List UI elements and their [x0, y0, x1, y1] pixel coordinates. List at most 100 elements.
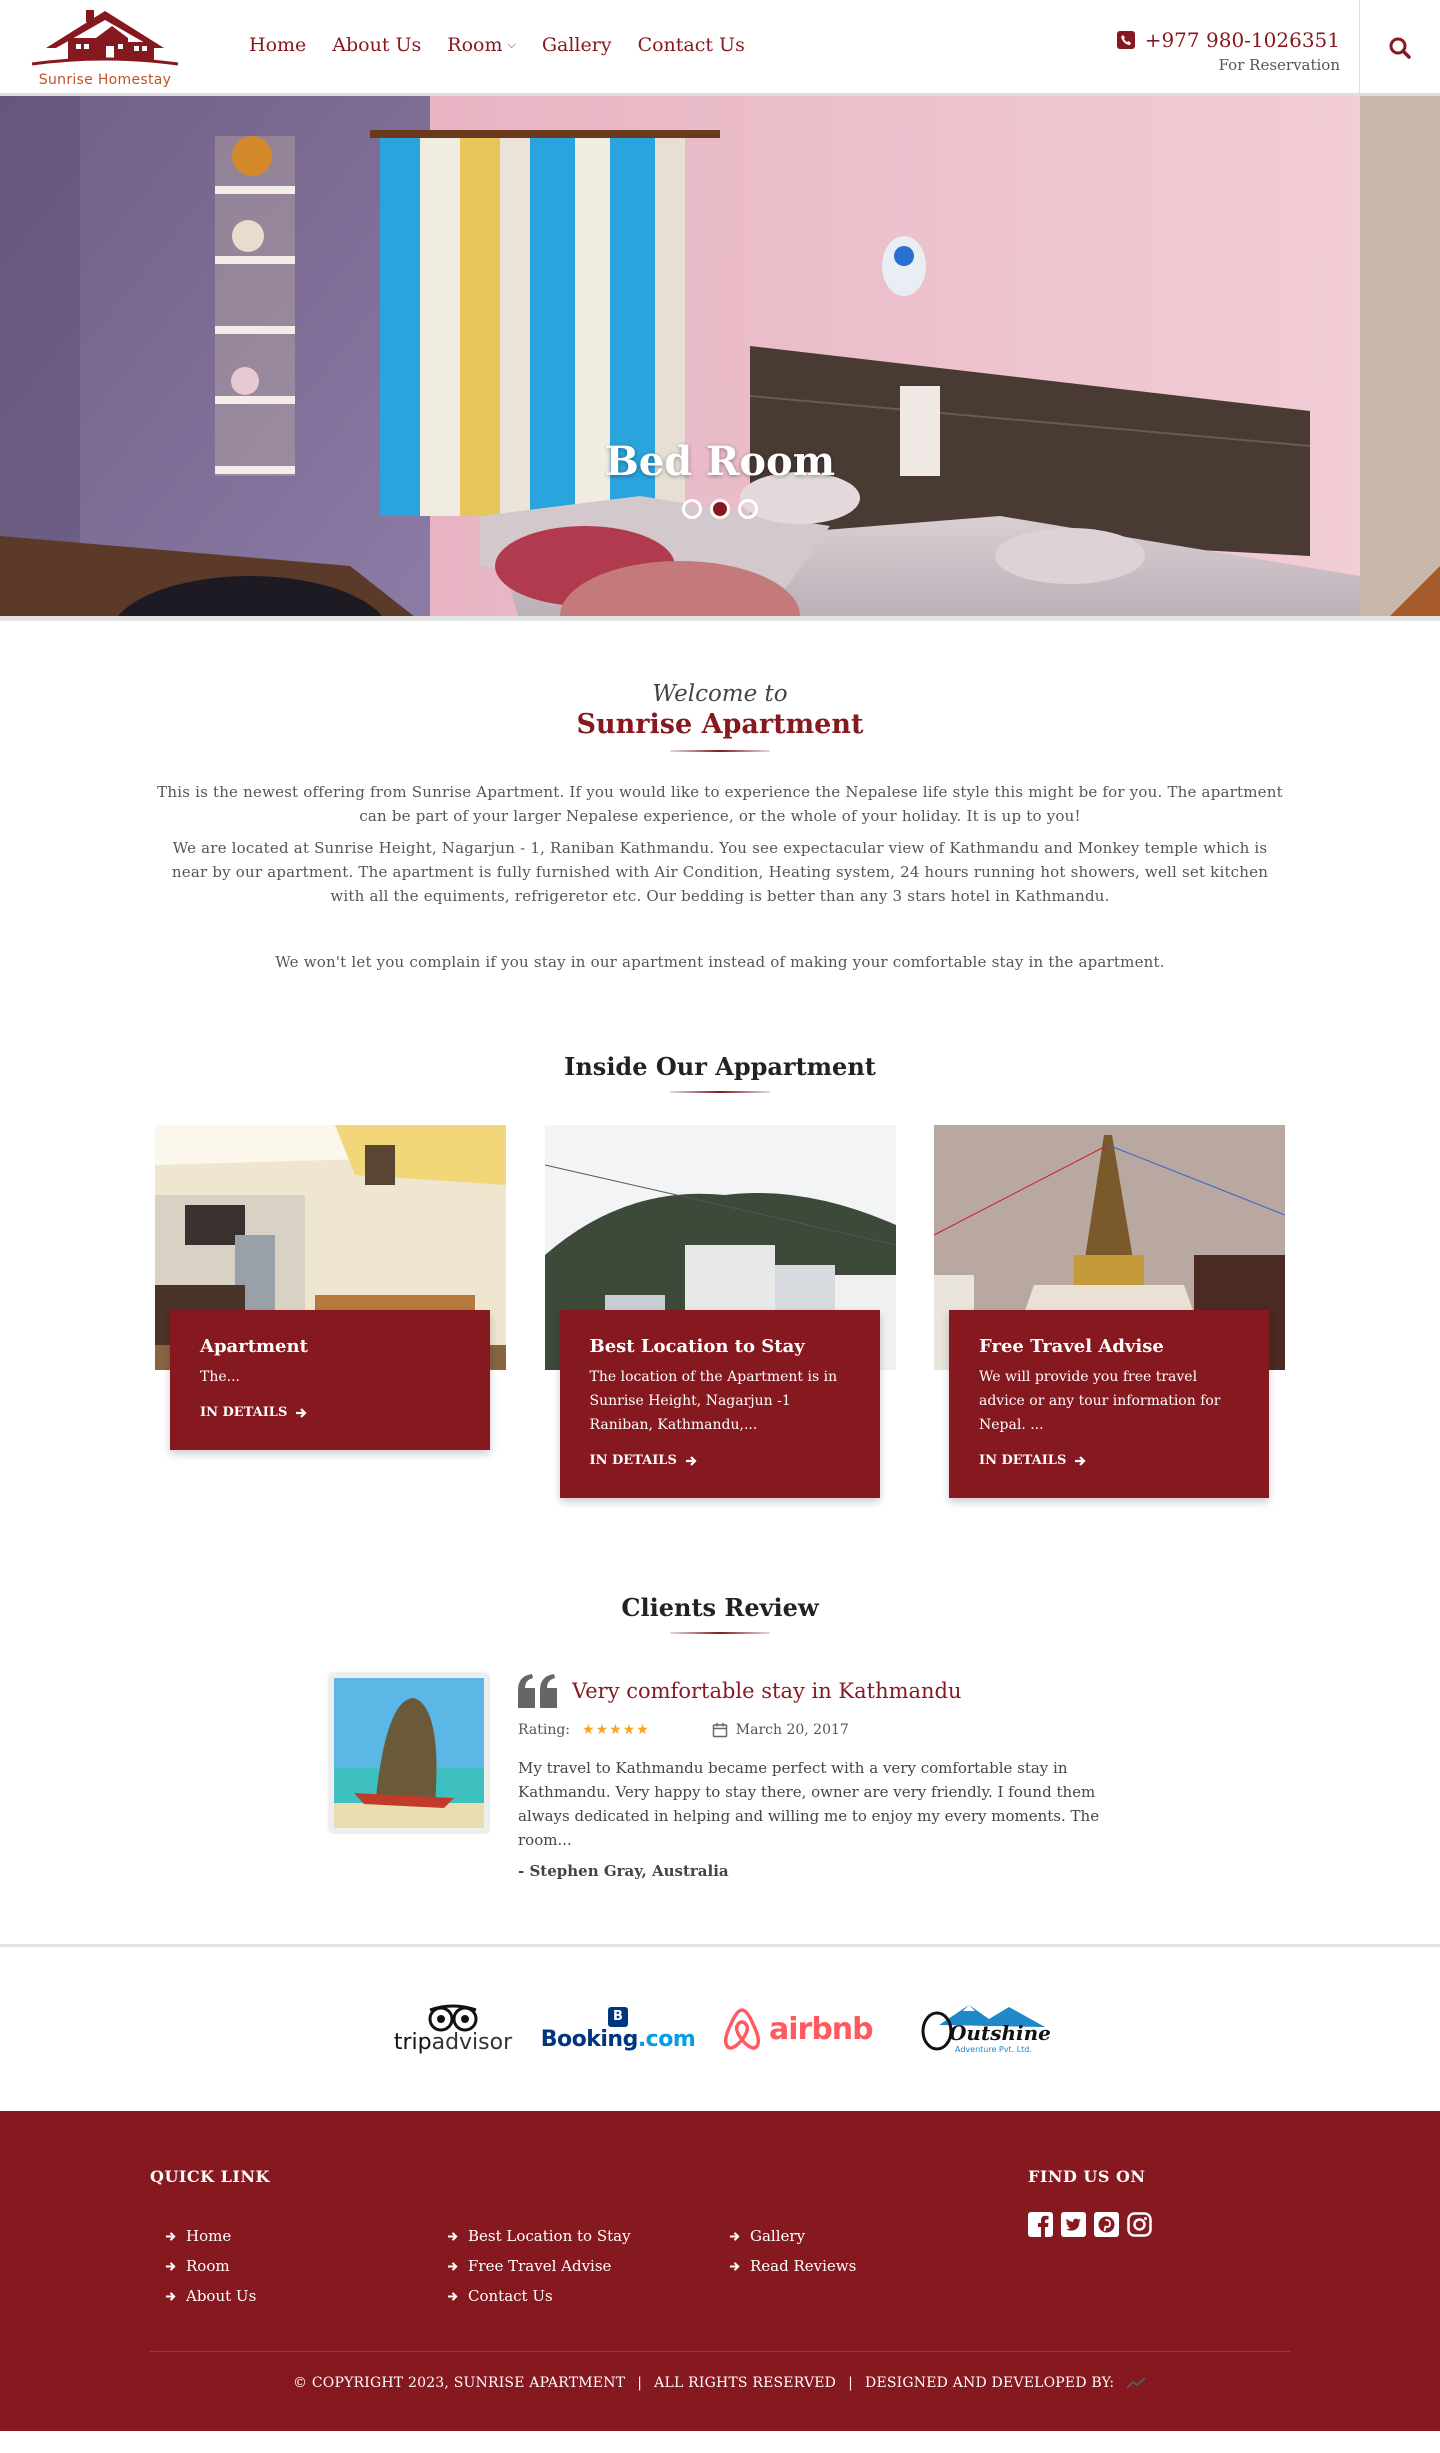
review-headline: Very comfortable stay in Kathmandu: [572, 1679, 962, 1703]
nav-gallery[interactable]: Gallery: [542, 34, 612, 56]
arrow-right-icon: [447, 2261, 458, 2271]
site-header: Sunrise Homestay Home About Us Room ⌵ Gal…: [0, 0, 1440, 96]
card-text: We will provide you free travel advice o…: [979, 1369, 1221, 1433]
airbnb-icon: [723, 2008, 761, 2050]
footer-link-label: Contact Us: [468, 2287, 553, 2305]
footer-link-free-travel[interactable]: Free Travel Advise: [447, 2251, 729, 2281]
location-card-box: Best Location to Stay The location of th…: [559, 1310, 880, 1498]
footer-link-contact-us[interactable]: Contact Us: [447, 2281, 729, 2311]
airbnb-text: airbnb: [769, 2011, 874, 2047]
booking-logo[interactable]: B Booking.com: [541, 2006, 696, 2052]
site-footer: QUICK LINK Home Room About Us Best Locat…: [0, 2111, 1440, 2431]
arrow-right-icon: [1075, 1455, 1086, 1466]
slider-dots: [0, 499, 1440, 519]
travel-card-box: Free Travel Advise We will provide you f…: [949, 1310, 1269, 1498]
logo-text: Sunrise Homestay: [38, 72, 172, 88]
booking-text-2: .com: [637, 2026, 696, 2052]
chevron-down-icon: ⌵: [507, 38, 516, 51]
footer-link-home[interactable]: Home: [165, 2221, 447, 2251]
welcome-paragraph-3: We won't let you complain if you stay in…: [275, 953, 1165, 971]
tripadvisor-logo[interactable]: tripadvisor: [391, 2004, 515, 2055]
find-us-title: FIND US ON: [1028, 2167, 1146, 2186]
house-logo-icon: [31, 10, 179, 66]
review-text: My travel to Kathmandu became perfect wi…: [518, 1759, 1100, 1849]
reviewer-photo: [330, 1674, 488, 1832]
footer-link-label: About Us: [186, 2287, 257, 2305]
phone-link[interactable]: +977 980-1026351: [1116, 28, 1340, 52]
search-button[interactable]: [1359, 0, 1440, 96]
designed-by-text: DESIGNED AND DEVELOPED BY:: [865, 2375, 1115, 2391]
feature-card-apartment: Apartment The... IN DETAILS: [155, 1125, 506, 1509]
card-title: Free Travel Advise: [979, 1336, 1164, 1357]
quote-icon: [518, 1674, 557, 1708]
nav-contact-us[interactable]: Contact Us: [638, 34, 745, 56]
booking-text-1: Booking: [540, 2026, 639, 2052]
phone-icon: [1116, 31, 1135, 49]
outshine-logo[interactable]: Outshine Adventure Pvt. Ltd.: [919, 2001, 1051, 2057]
footer-link-best-location[interactable]: Best Location to Stay: [447, 2221, 729, 2251]
facebook-icon[interactable]: [1028, 2212, 1053, 2237]
welcome-section: Welcome to Sunrise Apartment This is the…: [0, 621, 1440, 974]
title-divider: [670, 750, 770, 752]
welcome-script: Welcome to: [652, 681, 788, 707]
title-divider: [670, 1091, 770, 1093]
feature-card-travel: Free Travel Advise We will provide you f…: [934, 1125, 1285, 1509]
title-divider: [670, 1632, 770, 1634]
quick-links: Home Room About Us Best Location to Stay…: [165, 2221, 1011, 2311]
copyright-text: © COPYRIGHT 2023, SUNRISE APARTMENT: [293, 2375, 626, 2391]
phone-number: +977 980-1026351: [1144, 28, 1340, 52]
slider-dot-1[interactable]: [682, 499, 702, 519]
nav-room-label: Room: [447, 34, 503, 56]
twitter-icon[interactable]: [1061, 2212, 1086, 2237]
card-text: The...: [200, 1369, 240, 1385]
hero-caption: Bed Room: [604, 438, 836, 485]
slider-dot-3[interactable]: [738, 499, 758, 519]
arrow-right-icon: [165, 2261, 176, 2271]
tripadvisor-text-2: advisor: [431, 2029, 513, 2055]
in-details-label: IN DETAILS: [589, 1453, 677, 1468]
header-contact: +977 980-1026351 For Reservation: [1116, 28, 1340, 74]
arrow-right-icon: [729, 2261, 740, 2271]
tripadvisor-text-1: trip: [393, 2029, 432, 2055]
airbnb-logo[interactable]: airbnb: [721, 2006, 881, 2052]
card-text: The location of the Apartment is in Sunr…: [589, 1369, 838, 1433]
slider-dot-2[interactable]: [710, 499, 730, 519]
search-icon: [1389, 37, 1411, 59]
calendar-icon: [712, 1723, 728, 1738]
rights-text: ALL RIGHTS RESERVED: [654, 2375, 837, 2391]
arrow-right-icon: [165, 2291, 176, 2301]
site-logo[interactable]: Sunrise Homestay: [26, 8, 184, 88]
feature-card-location: Best Location to Stay The location of th…: [544, 1125, 896, 1509]
footer-link-label: Free Travel Advise: [468, 2257, 612, 2275]
nav-room[interactable]: Room ⌵: [447, 34, 516, 56]
arrow-right-icon: [296, 1407, 307, 1418]
reviews-title: Clients Review: [621, 1593, 819, 1622]
footer-link-read-reviews[interactable]: Read Reviews: [729, 2251, 1011, 2281]
footer-link-about-us[interactable]: About Us: [165, 2281, 447, 2311]
nav-about-us[interactable]: About Us: [332, 34, 421, 56]
outshine-subtext: Adventure Pvt. Ltd.: [955, 2045, 1032, 2054]
welcome-title: Sunrise Apartment: [576, 709, 864, 740]
review-item: Very comfortable stay in Kathmandu Ratin…: [330, 1674, 1110, 1880]
footer-link-gallery[interactable]: Gallery: [729, 2221, 1011, 2251]
arrow-right-icon: [447, 2231, 458, 2241]
in-details-link[interactable]: IN DETAILS: [979, 1453, 1086, 1468]
pinterest-icon[interactable]: [1094, 2212, 1119, 2237]
hero-slider: Bed Room: [0, 96, 1440, 621]
footer-divider: [150, 2351, 1290, 2352]
developer-logo-icon[interactable]: [1125, 2376, 1147, 2390]
review-date: March 20, 2017: [712, 1722, 849, 1738]
social-links: [1028, 2212, 1152, 2237]
footer-link-room[interactable]: Room: [165, 2251, 447, 2281]
instagram-icon[interactable]: [1127, 2212, 1152, 2237]
nav-home[interactable]: Home: [249, 34, 306, 56]
outshine-text: Outshine: [949, 2021, 1051, 2045]
in-details-link[interactable]: IN DETAILS: [200, 1405, 307, 1420]
arrow-right-icon: [729, 2231, 740, 2241]
footer-link-label: Gallery: [750, 2227, 806, 2245]
in-details-link[interactable]: IN DETAILS: [590, 1453, 697, 1468]
rating-label: Rating:: [518, 1722, 571, 1738]
apartment-card-box: Apartment The... IN DETAILS: [170, 1310, 490, 1450]
booking-badge: B: [608, 2006, 628, 2027]
arrow-right-icon: [165, 2231, 176, 2241]
